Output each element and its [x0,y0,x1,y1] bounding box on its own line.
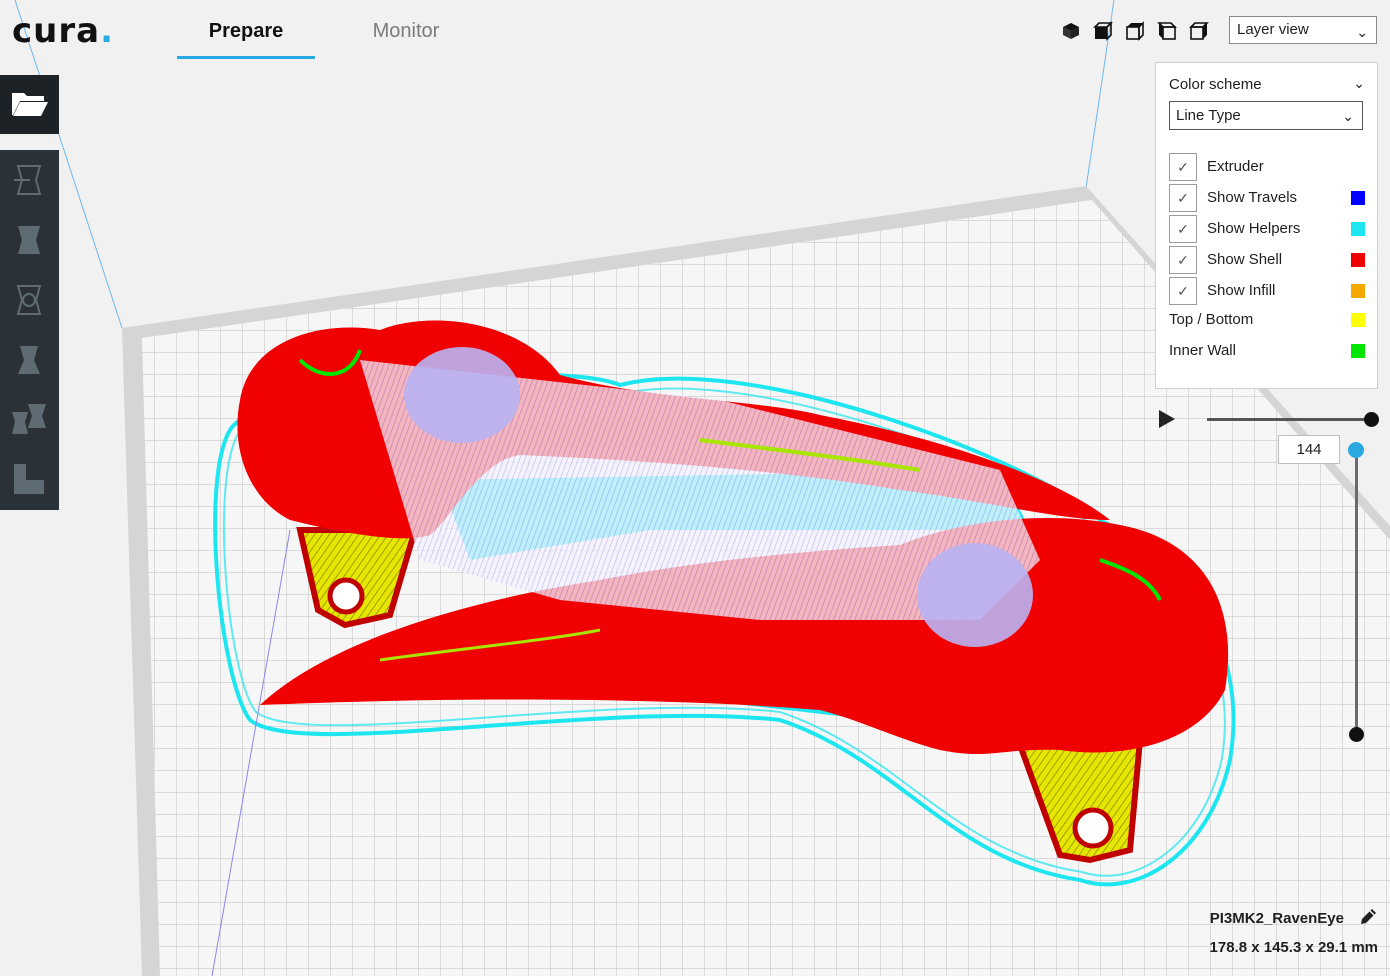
collapse-panel-chevron-icon[interactable]: ⌄ [1353,75,1365,92]
show-travels-row: ✓ Show Travels [1169,184,1365,212]
tool-sidebar [0,150,59,510]
shell-color-swatch [1351,253,1365,267]
mount-hole-left [327,577,365,615]
path-slider-track[interactable] [1207,418,1372,421]
view-mode-value: Layer view [1237,21,1309,38]
active-tab-indicator [177,56,315,59]
folder-open-icon [12,93,48,116]
mirror-icon [18,346,40,374]
color-scheme-title: Color scheme [1169,76,1262,93]
show-infill-label: Show Infill [1207,282,1276,299]
rotate-icon [16,285,42,315]
move-icon [14,165,42,195]
infill-color-swatch [1351,284,1365,298]
show-helpers-checkbox[interactable]: ✓ [1169,215,1197,243]
rotate-tool-button[interactable] [0,270,59,328]
top-bottom-label: Top / Bottom [1169,311,1254,328]
cura-logo: cura. [12,11,114,51]
eye-socket-upper [404,347,520,443]
layer-slider-lower-handle[interactable] [1349,727,1364,742]
show-travels-label: Show Travels [1207,189,1298,206]
show-helpers-label: Show Helpers [1207,220,1301,237]
inner-wall-color-swatch [1351,344,1365,358]
move-tool-button[interactable] [0,150,59,208]
layer-slider-track[interactable] [1355,449,1358,735]
extruder-checkbox[interactable]: ✓ [1169,153,1197,181]
show-infill-checkbox[interactable]: ✓ [1169,277,1197,305]
current-layer-input[interactable]: 144 [1278,435,1340,464]
show-helpers-row: ✓ Show Helpers [1169,215,1365,243]
show-shell-row: ✓ Show Shell [1169,246,1365,274]
pencil-icon[interactable] [1357,906,1379,928]
chevron-down-icon: ⌄ [1356,24,1368,40]
per-model-settings-button[interactable] [0,390,59,448]
per-model-settings-icon [12,404,46,434]
3d-view-icon[interactable] [1060,20,1082,42]
open-file-button[interactable] [0,75,59,134]
show-infill-row: ✓ Show Infill [1169,277,1365,305]
show-shell-label: Show Shell [1207,251,1283,268]
helpers-color-swatch [1351,222,1365,236]
tab-prepare[interactable]: Prepare [177,18,315,44]
top-bottom-legend-row: Top / Bottom [1169,306,1365,334]
model-dimensions: 178.8 x 145.3 x 29.1 mm [1209,939,1378,956]
inner-wall-label: Inner Wall [1169,342,1236,359]
eye-socket-lower [917,543,1033,647]
top-bottom-color-swatch [1351,313,1365,327]
scale-icon [18,226,40,254]
color-scheme-select[interactable]: Line Type ⌄ [1169,101,1363,130]
show-shell-checkbox[interactable]: ✓ [1169,246,1197,274]
extruder-label: Extruder [1207,158,1264,175]
view-mode-select[interactable]: Layer view ⌄ [1229,16,1377,44]
show-travels-checkbox[interactable]: ✓ [1169,184,1197,212]
travels-color-swatch [1351,191,1365,205]
job-name: PI3MK2_RavenEye [1209,910,1344,927]
left-view-icon[interactable] [1156,20,1178,42]
support-blocker-button[interactable] [0,450,59,508]
right-view-icon[interactable] [1188,20,1210,42]
mirror-tool-button[interactable] [0,330,59,388]
color-scheme-panel: Color scheme ⌄ Line Type ⌄ ✓ Extruder ✓ … [1155,62,1378,389]
top-view-icon[interactable] [1124,20,1146,42]
layer-slider-upper-handle[interactable] [1348,442,1364,458]
extruder-row: ✓ Extruder [1169,153,1365,181]
play-layers-icon[interactable] [1159,410,1175,428]
chevron-down-icon: ⌄ [1342,108,1354,124]
mount-hole-right [1072,807,1114,849]
color-scheme-value: Line Type [1176,107,1241,124]
support-blocker-icon [14,464,44,494]
front-view-icon[interactable] [1092,20,1114,42]
inner-wall-legend-row: Inner Wall [1169,337,1365,365]
tab-monitor[interactable]: Monitor [345,18,467,44]
path-slider-handle[interactable] [1364,412,1379,427]
scale-tool-button[interactable] [0,210,59,268]
